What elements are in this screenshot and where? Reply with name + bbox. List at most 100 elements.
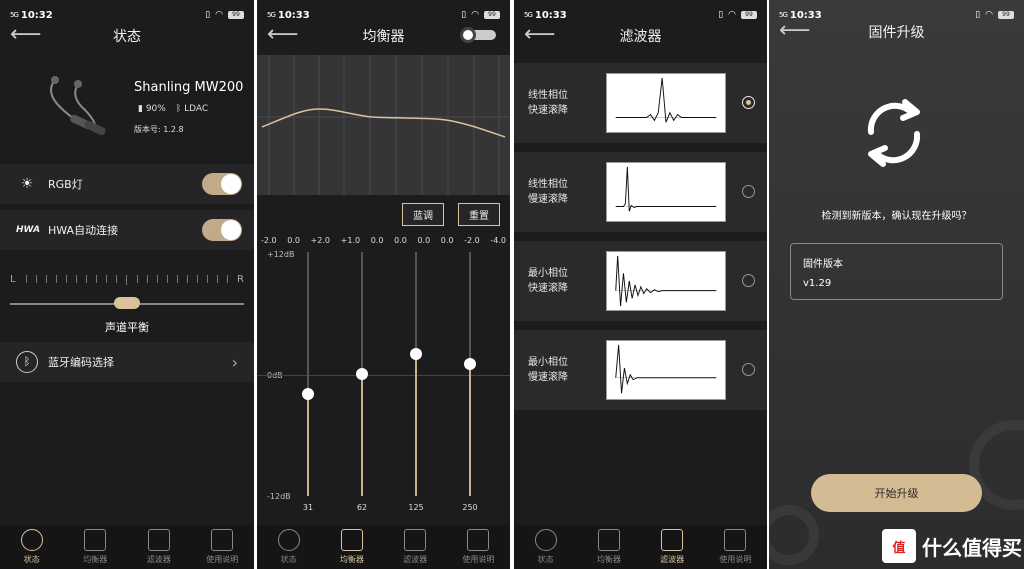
filter-radio[interactable]	[742, 363, 755, 376]
filter-rolloff: 慢速滚降	[528, 194, 568, 205]
tab-label: 均衡器	[339, 555, 364, 564]
rgb-label: RGB灯	[48, 178, 83, 191]
gain-label: -2.0	[261, 236, 277, 245]
eq-slider[interactable]	[410, 252, 422, 496]
hwa-row: HWA HWA自动连接	[0, 210, 254, 250]
zero-db-line	[257, 375, 510, 376]
gain-label: +1.0	[340, 236, 361, 245]
gain-label: +2.0	[310, 236, 331, 245]
tab-filter[interactable]: 滤波器	[129, 529, 189, 565]
wifi-icon: ◠	[728, 10, 736, 20]
filter-radio[interactable]	[742, 96, 755, 109]
vibrate-icon: ▯	[205, 10, 211, 20]
eq-slider-fill	[361, 374, 363, 496]
eq-slider-freq: 250	[462, 503, 478, 512]
eq-slider-handle[interactable]	[410, 347, 422, 360]
tab-status[interactable]: 状态	[2, 529, 62, 565]
tab-filter[interactable]: 滤波器	[385, 529, 445, 565]
filter-option[interactable]: 线性相位 慢速滚降	[514, 152, 767, 232]
reset-button[interactable]: 重置	[458, 203, 500, 226]
back-button[interactable]: ⟵	[779, 20, 811, 42]
screen-equalizer: 5G 10:33 ▯ ◠ 99 ⟵ 均衡器 -2.0 0.0 +2.0 +1.0 0.0 0.…	[257, 0, 510, 569]
preset-button[interactable]: 蓝调	[402, 203, 444, 226]
sliders-icon	[84, 529, 107, 551]
gear-decoration	[769, 505, 819, 565]
page-title: 均衡器	[362, 29, 405, 45]
tab-manual[interactable]: 使用说明	[705, 529, 765, 565]
eq-slider-fill	[307, 394, 309, 496]
eq-enable-toggle[interactable]	[460, 27, 496, 43]
tab-manual[interactable]: 使用说明	[192, 529, 252, 565]
impulse-plot	[606, 73, 726, 133]
tab-eq[interactable]: 均衡器	[65, 529, 125, 565]
tab-label: 滤波器	[660, 555, 685, 564]
sliders-icon	[340, 529, 363, 551]
filter-rolloff: 快速滚降	[528, 283, 568, 294]
impulse-plot	[606, 251, 726, 311]
waveform-icon	[404, 529, 427, 551]
balance-handle[interactable]	[114, 297, 140, 309]
filter-name: 线性相位	[528, 179, 568, 190]
eq-slider[interactable]	[464, 252, 476, 496]
clock: 10:33	[277, 9, 310, 21]
device-version: 版本号: 1.2.8	[134, 125, 184, 134]
page-title: 固件升级	[868, 25, 925, 41]
eq-slider[interactable]	[356, 252, 368, 496]
rgb-toggle[interactable]	[202, 173, 242, 195]
eq-slider-handle[interactable]	[302, 388, 314, 401]
eq-slider[interactable]	[302, 252, 314, 496]
tab-eq[interactable]: 均衡器	[579, 529, 639, 565]
info-icon	[277, 529, 300, 551]
filter-radio[interactable]	[742, 274, 755, 287]
filter-option[interactable]: 线性相位 快速滚降	[514, 63, 767, 143]
watermark-text: 什么值得买	[922, 535, 1022, 560]
hwa-toggle[interactable]	[202, 219, 242, 241]
gain-label: 0.0	[394, 236, 407, 245]
screen-filter: 5G 10:33 ▯ ◠ 99 ⟵ 滤波器 线性相位 快速滚降 线性相位 慢速滚降 最小…	[514, 0, 767, 569]
tab-filter[interactable]: 滤波器	[642, 529, 702, 565]
start-upgrade-button[interactable]: 开始升级	[811, 474, 982, 512]
info-icon	[534, 529, 557, 551]
battery-icon: 99	[228, 11, 244, 19]
tab-eq[interactable]: 均衡器	[322, 529, 382, 565]
document-icon	[724, 529, 747, 551]
gain-label: 0.0	[417, 236, 431, 245]
filter-rolloff: 慢速滚降	[528, 372, 568, 383]
tab-label: 均衡器	[596, 555, 621, 564]
signal-icon: 5G	[267, 11, 276, 19]
document-icon	[211, 529, 234, 551]
gain-label: 0.0	[287, 236, 300, 245]
info-icon	[20, 529, 43, 551]
tab-status[interactable]: 状态	[259, 529, 319, 565]
eq-curve: -2.0 0.0 +2.0 +1.0 0.0 0.0 0.0 0.0 -2.0 -4.0	[257, 55, 510, 245]
eq-slider-freq: 62	[356, 503, 368, 512]
battery-icon: 99	[484, 11, 500, 19]
back-button[interactable]: ⟵	[524, 24, 556, 46]
tab-label: 使用说明	[462, 555, 495, 564]
eq-slider-freq: 125	[408, 503, 424, 512]
signal-icon: 5G	[10, 11, 19, 19]
document-icon	[467, 529, 490, 551]
eq-slider-fill	[469, 363, 471, 496]
tab-manual[interactable]: 使用说明	[448, 529, 508, 565]
hwa-icon: HWA	[16, 225, 41, 235]
eq-slider-fill	[415, 353, 417, 496]
back-button[interactable]: ⟵	[267, 24, 299, 46]
balance-left-label: L	[10, 274, 16, 285]
tab-bar: 状态 均衡器 滤波器 使用说明	[0, 525, 254, 569]
waveform-icon	[661, 529, 684, 551]
eq-gain-labels: -2.0 0.0 +2.0 +1.0 0.0 0.0 0.0 0.0 -2.0 -4.0	[261, 236, 506, 245]
gain-label: 0.0	[370, 236, 384, 245]
eq-slider-handle[interactable]	[464, 357, 476, 370]
filter-option[interactable]: 最小相位 快速滚降	[514, 241, 767, 321]
tab-status[interactable]: 状态	[516, 529, 576, 565]
back-button[interactable]: ⟵	[10, 24, 42, 46]
eq-slider-handle[interactable]	[356, 368, 368, 380]
filter-radio[interactable]	[742, 185, 755, 198]
filter-option[interactable]: 最小相位 慢速滚降	[514, 330, 767, 410]
balance-right-label: R	[237, 274, 244, 285]
codec-row[interactable]: ᛒ 蓝牙编码选择 ›	[0, 342, 254, 382]
earphone-image	[50, 76, 106, 136]
device-info: ▮ 90% ᛒ LDAC	[138, 104, 208, 114]
page-title: 滤波器	[619, 29, 662, 45]
